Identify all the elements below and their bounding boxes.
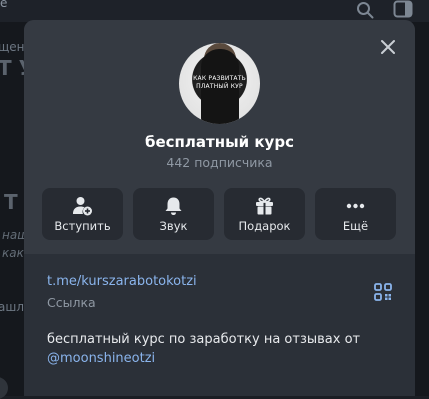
channel-description: бесплатный курс по заработку на отзывах …: [47, 330, 392, 368]
bell-icon: [165, 197, 182, 215]
description-text: бесплатный курс по заработку на отзывах …: [47, 332, 361, 347]
subscriber-count: 442 подписчика: [166, 155, 273, 170]
background-topbar: e: [0, 0, 429, 22]
gift-button[interactable]: Подарок: [224, 188, 305, 240]
background-fragment: как: [2, 246, 24, 260]
more-button[interactable]: Ещё: [315, 188, 396, 240]
channel-title: бесплатный курс: [145, 133, 294, 151]
background-fragment: Т: [4, 190, 18, 214]
channel-info-modal: КАК РАЗВИТАТЬ ПЛАТНЫЙ КУР бесплатный кур…: [24, 20, 415, 396]
qr-code-icon[interactable]: [374, 283, 392, 301]
gift-button-label: Подарок: [238, 219, 291, 233]
more-button-label: Ещё: [342, 219, 369, 233]
background-fragment: ашл: [0, 300, 25, 314]
channel-link[interactable]: t.me/kurszarabotokotzi: [47, 274, 197, 289]
avatar-caption-line2: ПЛАТНЫЙ КУР: [196, 83, 243, 90]
sound-button-label: Звук: [159, 219, 188, 233]
avatar-caption-line1: КАК РАЗВИТАТЬ: [193, 75, 246, 82]
search-icon[interactable]: [356, 1, 374, 19]
side-panel-icon[interactable]: [393, 0, 413, 18]
background-title: e: [0, 0, 8, 10]
user-add-icon: [73, 197, 92, 216]
gift-icon: [256, 197, 273, 215]
join-button-label: Вступить: [54, 219, 111, 233]
close-icon[interactable]: [379, 38, 397, 56]
author-mention-link[interactable]: @moonshineotzi: [47, 351, 155, 366]
more-dots-icon: [346, 203, 365, 209]
channel-link-caption: Ссылка: [47, 295, 96, 310]
sound-button[interactable]: Звук: [133, 188, 214, 240]
join-button[interactable]: Вступить: [42, 188, 123, 240]
channel-avatar[interactable]: КАК РАЗВИТАТЬ ПЛАТНЫЙ КУР: [179, 43, 260, 124]
